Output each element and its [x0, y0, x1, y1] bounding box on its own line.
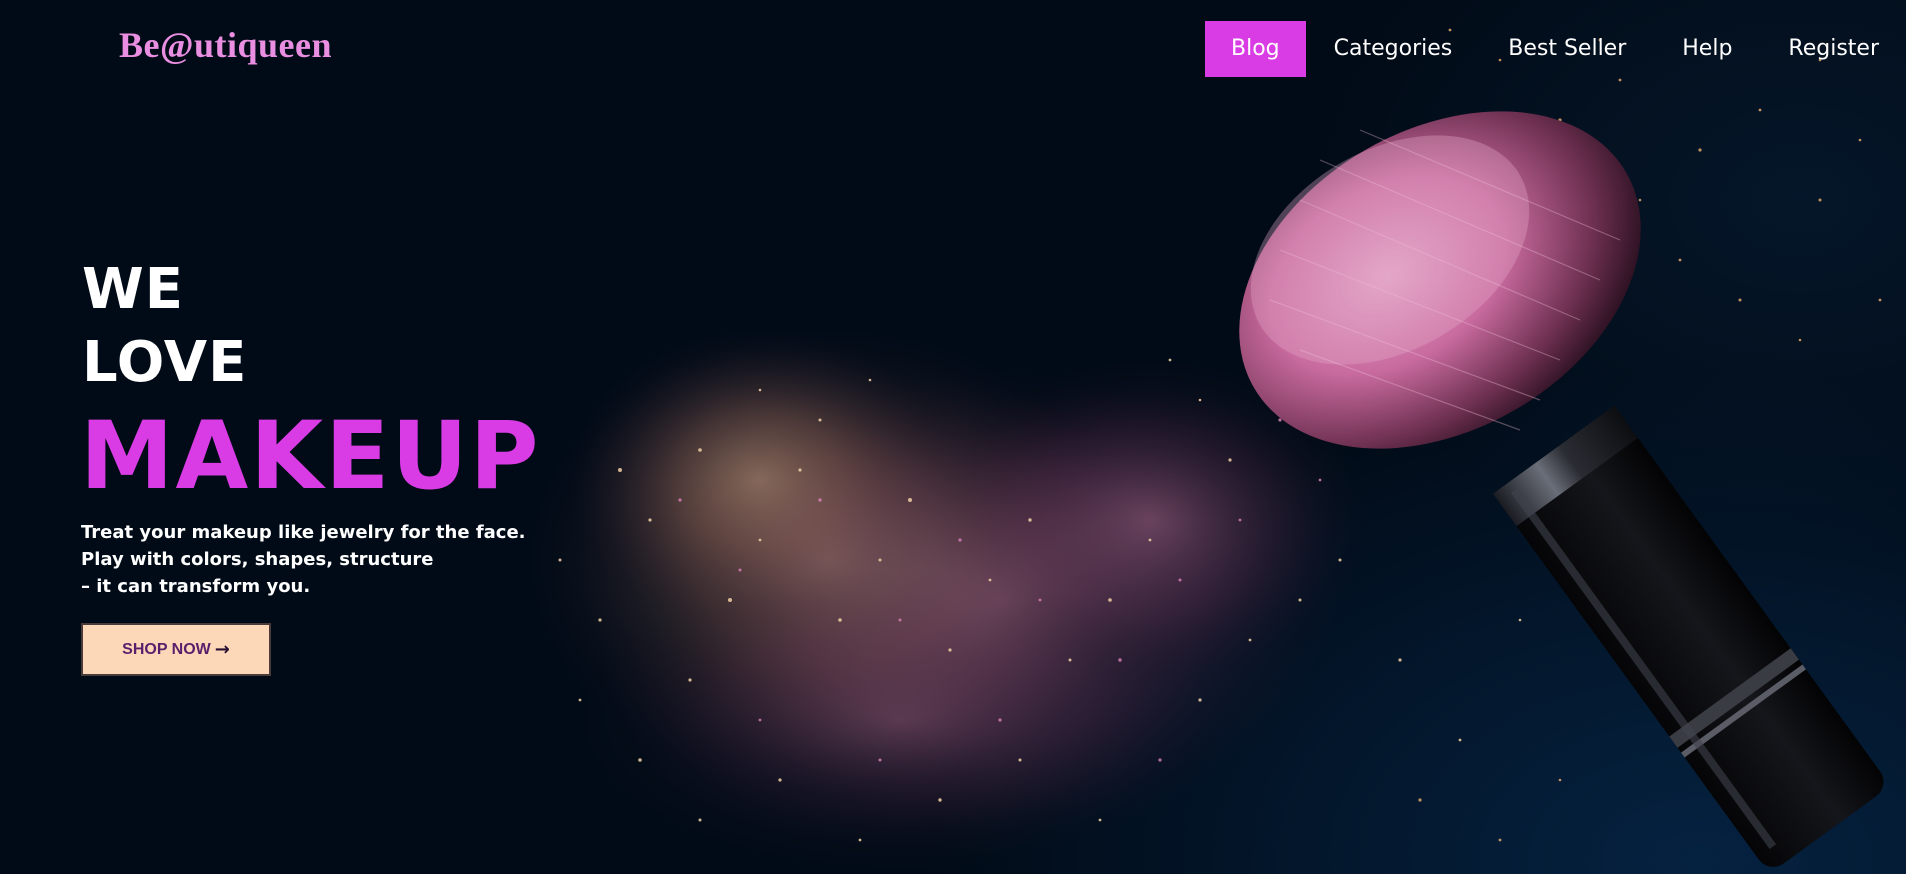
landing-page: Be@utiqueen Blog Categories Best Seller …: [0, 0, 1906, 874]
brand-logo[interactable]: Be@utiqueen: [119, 24, 332, 66]
hero-headline-line-1: WE: [82, 257, 185, 322]
hero-headline-line-2: LOVE: [82, 330, 248, 395]
nav-item-help[interactable]: Help: [1654, 21, 1760, 77]
nav-item-blog[interactable]: Blog: [1205, 21, 1306, 77]
shop-now-button[interactable]: SHOP NOW →: [81, 623, 271, 676]
arrow-right-icon: →: [214, 639, 230, 660]
hero-headline-line-3: MAKEUP: [80, 402, 541, 511]
tagline-line-3: – it can transform you.: [81, 576, 311, 597]
main-nav: Blog Categories Best Seller Help Registe…: [1205, 21, 1906, 77]
nav-item-best-seller[interactable]: Best Seller: [1480, 21, 1654, 77]
tagline-line-2: Play with colors, shapes, structure: [81, 549, 434, 570]
nav-item-register[interactable]: Register: [1760, 21, 1906, 77]
tagline-line-1: Treat your makeup like jewelry for the f…: [81, 522, 526, 543]
shop-now-label: SHOP NOW: [122, 640, 211, 658]
hero-tagline: Treat your makeup like jewelry for the f…: [81, 519, 526, 600]
nav-item-categories[interactable]: Categories: [1306, 21, 1481, 77]
